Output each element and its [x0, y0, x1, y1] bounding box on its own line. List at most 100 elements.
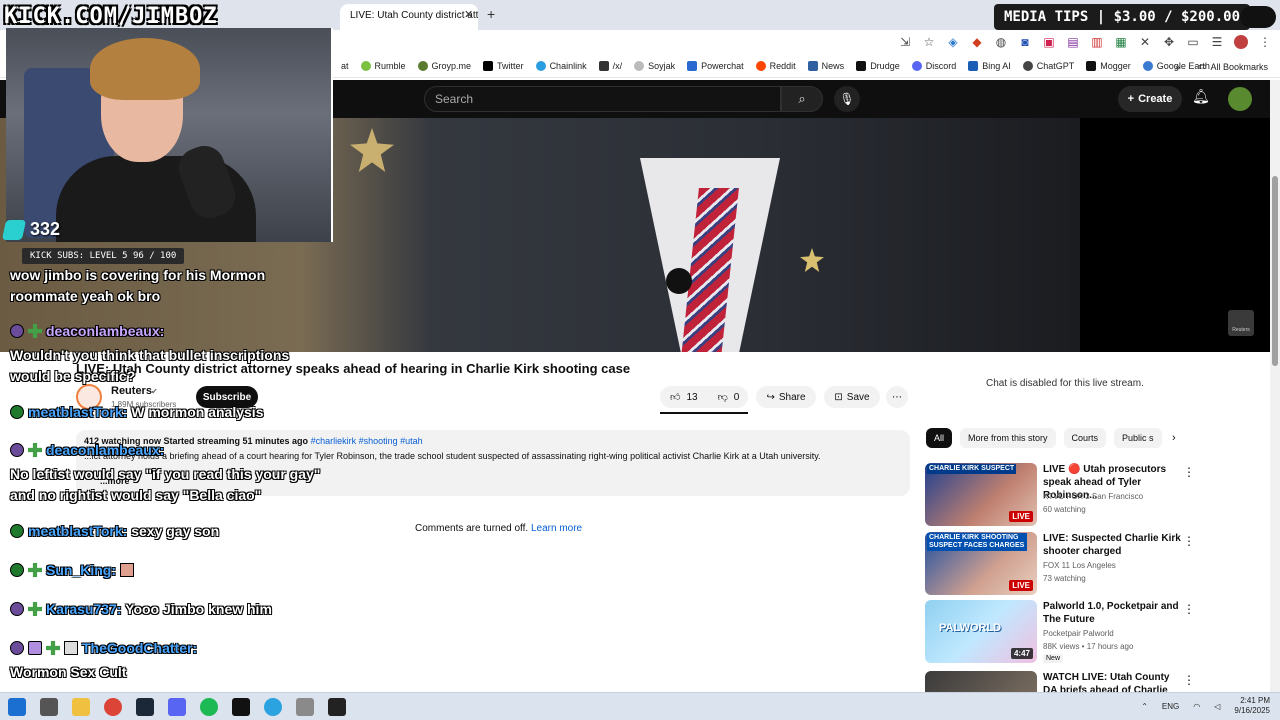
- menu-kebab-icon[interactable]: ⋮: [1183, 465, 1195, 479]
- create-button[interactable]: + Create: [1118, 86, 1182, 112]
- bookmark-item[interactable]: Drudge: [856, 61, 900, 71]
- search-button[interactable]: ⌕: [781, 86, 823, 112]
- sub-badge-icon: [28, 602, 42, 616]
- install-app-icon[interactable]: ⇲: [898, 35, 912, 49]
- file-explorer-icon[interactable]: [72, 698, 90, 716]
- voice-search-button[interactable]: 🎙︎: [834, 86, 860, 112]
- extensions-puzzle-icon[interactable]: ✥: [1162, 35, 1176, 49]
- verified-badge-icon: [10, 443, 24, 457]
- bookmark-item[interactable]: Rumble: [360, 61, 406, 71]
- obs-icon[interactable]: [328, 698, 346, 716]
- recommendation-item[interactable]: WATCH LIVE: Utah County DA briefs ahead …: [925, 671, 1195, 692]
- recommendation-channel[interactable]: Pocketpair Palworld: [1043, 629, 1114, 638]
- recommendation-views: 88K views • 17 hours ago: [1043, 642, 1134, 651]
- profile-icon[interactable]: [1234, 35, 1248, 49]
- bookmark-item[interactable]: Reddit: [755, 61, 796, 71]
- tab-close-icon[interactable]: ✕: [464, 8, 473, 21]
- hashtags[interactable]: #charliekirk #shooting #utah: [311, 436, 423, 446]
- thumbs-down-icon[interactable]: 👎︎: [718, 391, 728, 403]
- all-bookmarks[interactable]: » ▭ All Bookmarks: [1175, 61, 1268, 72]
- windows-start-icon[interactable]: [8, 698, 26, 716]
- video-thumbnail[interactable]: CHARLIE KIRK SUSPECT LIVE: [925, 463, 1037, 526]
- recommendation-item[interactable]: CHARLIE KIRK SUSPECT LIVE LIVE 🔴 Utah pr…: [925, 463, 1195, 527]
- recommendation-channel[interactable]: KTVU FOX 2 San Francisco: [1043, 492, 1143, 501]
- extension-icon[interactable]: ▦: [1114, 35, 1128, 49]
- bookmark-item[interactable]: Bing AI: [968, 61, 1011, 71]
- bookmark-star-icon[interactable]: ☆: [922, 35, 936, 49]
- sheriff-patch-graphic: [350, 128, 394, 172]
- new-tab-icon[interactable]: +: [487, 6, 495, 22]
- chevron-up-icon[interactable]: ⌃: [1141, 702, 1148, 711]
- notifications-bell-icon[interactable]: 🔔︎: [1192, 88, 1210, 105]
- recommendation-item[interactable]: PALWORLD 4:47 Palworld 1.0, Pocketpair a…: [925, 600, 1195, 664]
- extension-icon[interactable]: ◆: [970, 35, 984, 49]
- video-thumbnail[interactable]: [925, 671, 1037, 692]
- more-actions-button[interactable]: ⋯: [886, 386, 908, 408]
- bookmark-item[interactable]: at: [341, 61, 349, 71]
- browser-tab-active[interactable]: LIVE: Utah County district attorn: [340, 4, 478, 30]
- wifi-icon[interactable]: ◠: [1193, 702, 1200, 711]
- volume-icon[interactable]: ◁: [1214, 702, 1220, 711]
- chainlink-icon: [535, 61, 546, 71]
- search-input[interactable]: Search: [424, 86, 781, 112]
- clock[interactable]: 2:41 PM 9/16/2025: [1234, 696, 1270, 716]
- bookmark-item[interactable]: Discord: [911, 61, 956, 71]
- recommendation-title[interactable]: LIVE: Suspected Charlie Kirk shooter cha…: [1043, 532, 1181, 558]
- recommendation-title[interactable]: Palworld 1.0, Pocketpair and The Future: [1043, 600, 1181, 626]
- scrollbar-track[interactable]: [1270, 80, 1280, 692]
- video-thumbnail[interactable]: PALWORLD 4:47: [925, 600, 1037, 663]
- thumbs-up-icon[interactable]: 👍︎: [670, 391, 680, 403]
- sub-badge-icon: [28, 563, 42, 577]
- extension-icon[interactable]: ▣: [1042, 35, 1056, 49]
- video-thumbnail[interactable]: CHARLIE KIRK SHOOTING SUSPECT FACES CHAR…: [925, 532, 1037, 595]
- cast-icon[interactable]: ▭: [1186, 35, 1200, 49]
- spotify-icon[interactable]: [200, 698, 218, 716]
- discord-icon[interactable]: [168, 698, 186, 716]
- task-view-icon[interactable]: [40, 698, 58, 716]
- chevron-right-icon[interactable]: ›: [1172, 432, 1176, 444]
- reddit-icon: [755, 61, 766, 71]
- menu-kebab-icon[interactable]: ⋮: [1183, 534, 1195, 548]
- account-avatar[interactable]: [1228, 87, 1252, 111]
- bookmark-item[interactable]: Mogger: [1086, 61, 1131, 71]
- recommendation-item[interactable]: CHARLIE KIRK SHOOTING SUSPECT FACES CHAR…: [925, 532, 1195, 596]
- share-button[interactable]: ↪ Share: [756, 386, 816, 408]
- bookmark-item[interactable]: News: [807, 61, 844, 71]
- chip-courts[interactable]: Courts: [1063, 428, 1107, 448]
- x-extension-icon[interactable]: ✕: [1138, 35, 1152, 49]
- extension-icon[interactable]: ◍: [994, 35, 1008, 49]
- reading-list-icon[interactable]: ☰: [1210, 35, 1224, 49]
- menu-kebab-icon[interactable]: ⋮: [1183, 673, 1195, 687]
- extension-icon[interactable]: ◈: [946, 35, 960, 49]
- app-icon[interactable]: [296, 698, 314, 716]
- steam-icon[interactable]: [136, 698, 154, 716]
- streamer-webcam: [6, 28, 333, 242]
- extension-icon[interactable]: ◙: [1018, 35, 1032, 49]
- extension-icon[interactable]: ▥: [1090, 35, 1104, 49]
- bookmark-item[interactable]: Chainlink: [535, 61, 587, 71]
- menu-kebab-icon[interactable]: ⋮: [1183, 602, 1195, 616]
- bookmark-item[interactable]: ChatGPT: [1022, 61, 1074, 71]
- learn-more-link[interactable]: Learn more: [531, 523, 582, 534]
- bookmark-item[interactable]: Groyp.me: [417, 61, 471, 71]
- bookmark-item[interactable]: Twitter: [483, 61, 524, 71]
- chip-public[interactable]: Public s: [1114, 428, 1163, 448]
- extension-icon[interactable]: ▤: [1066, 35, 1080, 49]
- language-indicator[interactable]: ENG: [1162, 702, 1179, 711]
- recommendation-title[interactable]: WATCH LIVE: Utah County DA briefs ahead …: [1043, 671, 1181, 692]
- bookmark-item[interactable]: Soyjak: [634, 61, 675, 71]
- recommendation-channel[interactable]: FOX 11 Los Angeles: [1043, 561, 1116, 570]
- save-button[interactable]: ⊡ Save: [824, 386, 880, 408]
- chip-more-from-story[interactable]: More from this story: [960, 428, 1056, 448]
- channel-name[interactable]: Reuters: [111, 385, 152, 397]
- menu-kebab-icon[interactable]: ⋮: [1258, 35, 1272, 49]
- bookmark-item[interactable]: /x/: [598, 61, 622, 71]
- chrome-icon[interactable]: [104, 698, 122, 716]
- scrollbar-thumb[interactable]: [1272, 176, 1278, 366]
- telegram-icon[interactable]: [264, 698, 282, 716]
- google-earth-icon: [1142, 61, 1153, 71]
- app-icon[interactable]: [232, 698, 250, 716]
- bookmark-item[interactable]: Powerchat: [687, 61, 744, 71]
- kick-badge-icon: [10, 405, 24, 419]
- chip-all[interactable]: All: [926, 428, 953, 448]
